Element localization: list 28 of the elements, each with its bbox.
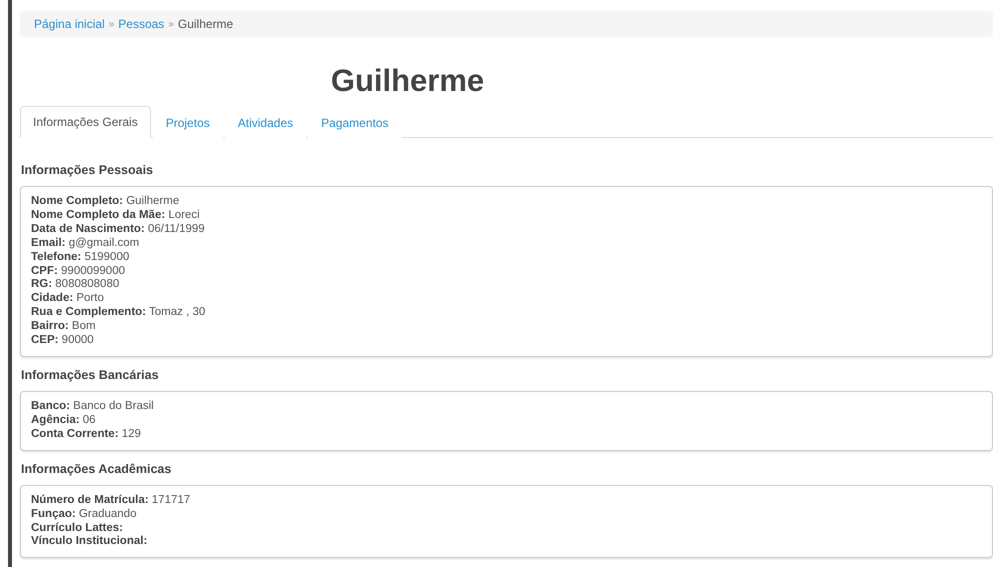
section-heading: Informações Acadêmicas [20,460,172,478]
info-row-text: Cidade: Porto [31,292,105,306]
info-row-text: Banco: Banco do Brasil [31,400,155,414]
info-row-text: Data de Nascimento: 06/11/1999 [31,222,206,237]
info-row-text: Número de Matrícula: 171717 [31,494,192,508]
tab[interactable]: Informações Gerais [20,106,151,138]
info-row-text: Nome Completo: Guilherme [31,195,180,209]
breadcrumb-separator: » [168,18,174,30]
info-row-text: Bairro: Bom [31,320,97,334]
info-row-text: Agência: 06 [31,414,97,428]
info-row-text: Currículo Lattes: [31,522,124,536]
info-row-text: RG: 8080808080 [31,278,120,292]
breadcrumb-link[interactable]: Pessoas [118,17,164,31]
info-row-text: Rua e Complemento: Tomaz , 30 [31,306,206,320]
info-row-text: Vínculo Institucional: [31,535,148,550]
info-row-text: CEP: 90000 [31,334,95,348]
info-row-text: Nome Completo da Mãe: Loreci [31,208,201,223]
breadcrumb-current: Guilherme [178,17,234,31]
page-title: Guilherme [330,64,486,98]
info-row-text: Telefone: 5199000 [31,250,130,265]
breadcrumb-link[interactable]: Página inicial [34,17,105,31]
info-row-text: Funçao: Graduando [31,508,138,522]
info-row-text: Conta Corrente: 129 [31,428,142,442]
info-row-text: CPF: 9900099000 [31,264,126,278]
info-row-text: Email: g@gmail.com [31,236,140,251]
section-heading: Informações Pessoais [20,162,154,179]
section-heading: Informações Bancárias [20,366,160,384]
breadcrumb-separator: » [108,18,114,30]
